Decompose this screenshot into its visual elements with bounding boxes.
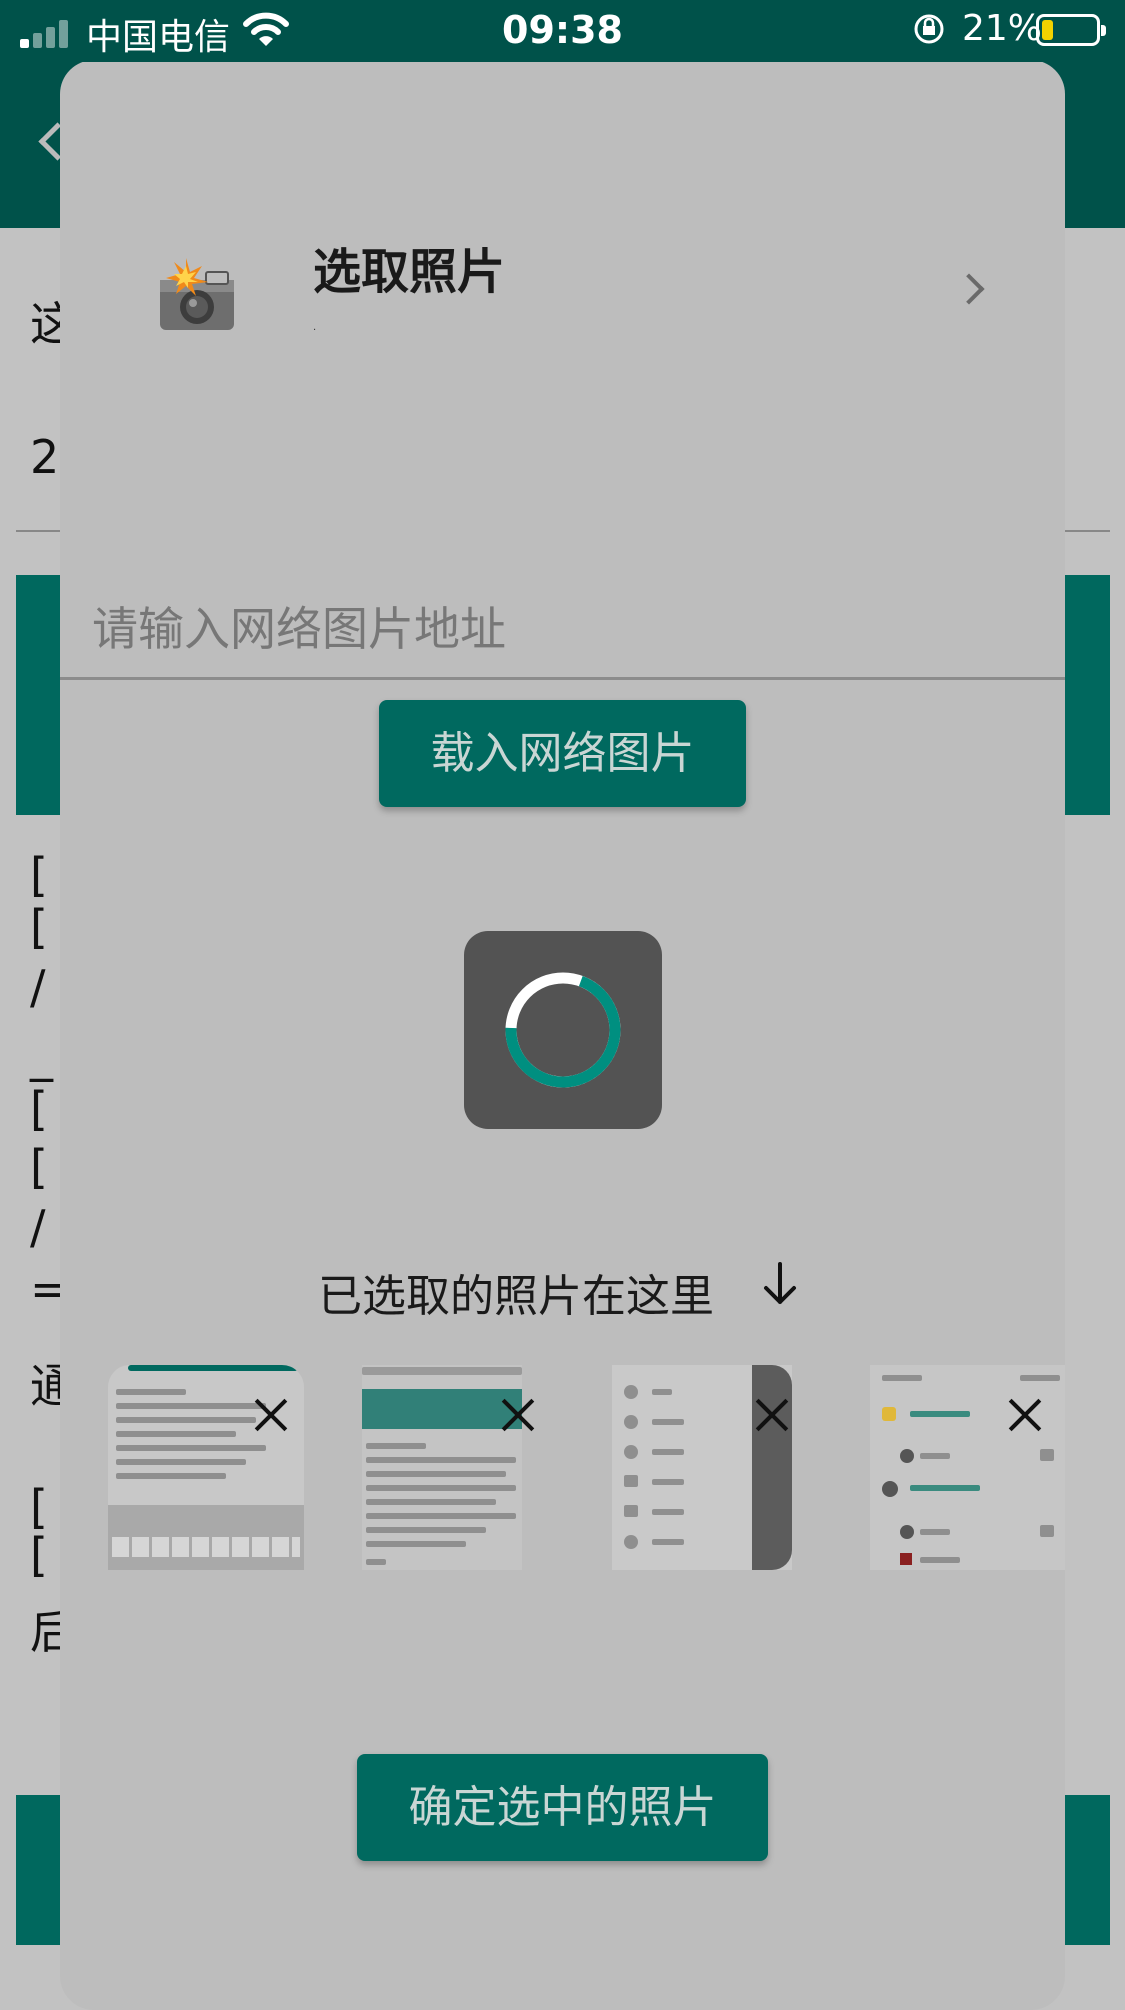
confirm-selected-photos-button[interactable]: 确定选中的照片 [357,1754,768,1861]
loading-indicator [464,931,662,1129]
status-bar: 中国电信 09:38 21% [0,0,1125,62]
photo-picker-modal: 选取照片 . 载入网络图片 已选取的照片在这里 [60,60,1065,2010]
arrow-down-icon [764,1262,796,1304]
background-text-fragment: / [30,960,46,1014]
close-icon[interactable] [1008,1398,1042,1432]
background-text-fragment: [ [30,1528,48,1582]
background-text-fragment: [ [30,848,48,902]
camera-flash-icon [160,258,234,330]
battery-icon [1036,14,1106,46]
rotation-lock-icon [914,14,944,44]
background-text-fragment: [ [30,1480,48,1534]
thumbnail-2[interactable] [362,1365,522,1570]
clock: 09:38 [502,8,623,52]
selected-photos-hint: 已选取的照片在这里 [318,1271,714,1322]
load-network-image-button[interactable]: 载入网络图片 [379,700,746,807]
background-text-fragment: 2 [30,430,60,484]
close-icon[interactable] [254,1398,288,1432]
background-text-fragment: [ [30,1140,48,1194]
background-text-fragment: _ [30,1028,53,1082]
thumbnail-1[interactable] [108,1365,304,1570]
close-icon[interactable] [501,1398,535,1432]
battery-level [1042,20,1053,40]
spinner-icon [505,972,621,1088]
modal-title: 选取照片 [313,244,506,300]
background-text-fragment: / [30,1200,46,1254]
battery-percent: 21% [962,8,1043,49]
thumbnail-3[interactable] [612,1365,792,1570]
thumbnail-4[interactable] [870,1365,1065,1570]
background-text-fragment: [ [30,900,48,954]
modal-subtitle: . [313,322,317,333]
image-url-input[interactable] [60,580,1065,680]
background-text-fragment: [ [30,1082,48,1136]
close-icon[interactable] [755,1398,789,1432]
chevron-right-icon[interactable] [953,273,985,305]
